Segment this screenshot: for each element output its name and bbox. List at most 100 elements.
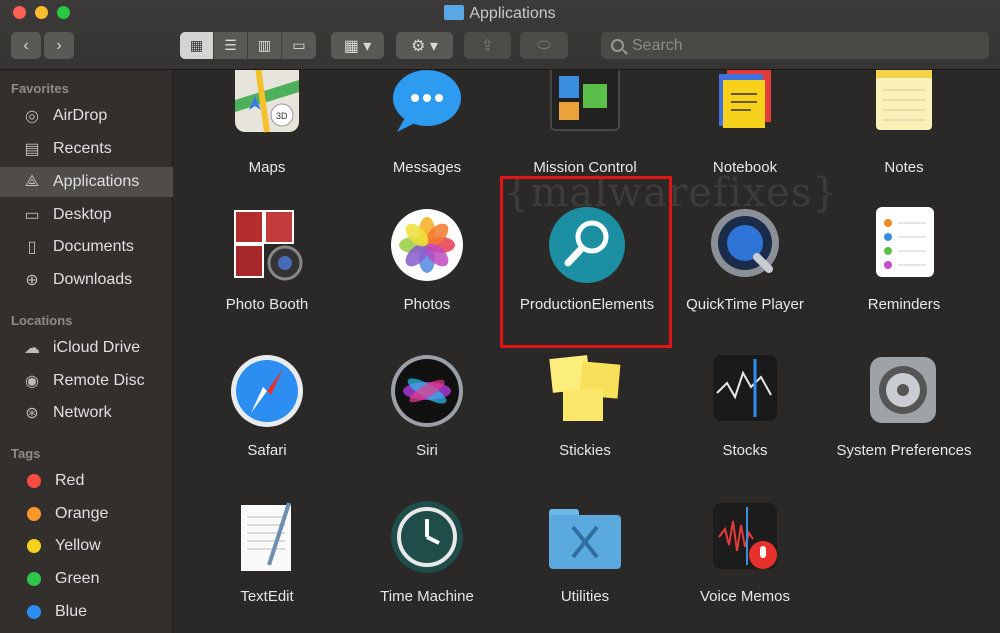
app-mission-control[interactable]: Mission Control (505, 70, 665, 177)
list-view-button[interactable]: ☰ (214, 32, 248, 59)
sidebar-item-label: Recents (53, 140, 112, 157)
sidebar-item-label: Desktop (53, 206, 112, 223)
voice-memos-icon (705, 499, 785, 579)
system-preferences-gear-icon (864, 353, 944, 433)
reminders-icon (864, 207, 944, 287)
favorites-heading: Favorites (11, 81, 69, 96)
app-safari[interactable]: Safari (187, 353, 347, 460)
siri-icon (387, 353, 467, 433)
sidebar-item-label: Documents (53, 238, 134, 255)
sidebar-item-applications[interactable]: ⟁ Applications (0, 167, 173, 197)
tag-button[interactable]: ⬭ (520, 32, 568, 59)
app-time-machine[interactable]: Time Machine (347, 499, 507, 606)
app-label: TextEdit (240, 588, 294, 605)
search-field[interactable] (601, 32, 989, 59)
sidebar-item-remote-disc[interactable]: ◉ Remote Disc (0, 366, 173, 396)
documents-icon: ▯ (27, 239, 37, 256)
app-system-preferences[interactable]: System Preferences (824, 353, 984, 460)
app-reminders[interactable]: Reminders (824, 207, 984, 314)
mission-control-icon (545, 70, 625, 150)
search-icon (611, 39, 624, 52)
icon-view-button[interactable]: ▦ (180, 32, 214, 59)
sidebar-item-label: Red (55, 472, 85, 489)
column-view-button[interactable]: ▥ (248, 32, 282, 59)
forward-button[interactable]: › (44, 32, 74, 59)
window-title-text: Applications (469, 5, 556, 22)
sidebar-tag-red[interactable]: Red (0, 466, 173, 496)
search-input[interactable] (632, 36, 952, 55)
app-label: Maps (248, 159, 286, 176)
toolbar: Applications ‹ › ▦ ☰ ▥ ▭ ▦ ▾ ⚙ ▾ ⇪ ⬭ (0, 0, 1000, 70)
app-stickies[interactable]: Stickies (505, 353, 665, 460)
yellow-tag-dot (27, 539, 41, 553)
sidebar-item-label: Green (55, 570, 100, 587)
app-notebook[interactable]: Notebook (665, 70, 825, 177)
sidebar-item-label: Yellow (55, 537, 101, 554)
desktop-icon: ▭ (24, 207, 40, 224)
share-button[interactable]: ⇪ (464, 32, 511, 59)
app-label: Mission Control (533, 159, 637, 176)
app-label: Reminders (867, 296, 941, 313)
sidebar-item-label: AirDrop (53, 107, 108, 124)
app-label: Time Machine (380, 588, 474, 605)
app-voice-memos[interactable]: Voice Memos (665, 499, 825, 606)
app-stocks[interactable]: Stocks (665, 353, 825, 460)
sidebar-tag-yellow[interactable]: Yellow (0, 531, 173, 561)
app-textedit[interactable]: TextEdit (187, 499, 347, 606)
app-label: System Preferences (836, 442, 972, 459)
sidebar-item-label: Applications (53, 173, 140, 190)
tags-heading: Tags (11, 446, 41, 461)
app-maps[interactable]: 3D Maps (187, 70, 347, 177)
utilities-folder-icon (545, 499, 625, 579)
green-tag-dot (27, 572, 41, 586)
productionelements-magnifier-icon (547, 207, 627, 287)
app-label: Utilities (560, 588, 610, 605)
network-icon: ⊛ (25, 405, 39, 422)
notes-icon (864, 70, 944, 150)
sidebar-tag-blue[interactable]: Blue (0, 597, 173, 627)
gallery-view-button[interactable]: ▭ (282, 32, 316, 59)
sidebar-item-airdrop[interactable]: ◎ AirDrop (0, 101, 173, 131)
folder-icon (444, 5, 465, 20)
sidebar-item-recents[interactable]: ▤ Recents (0, 134, 173, 164)
app-utilities[interactable]: Utilities (505, 499, 665, 606)
app-label: QuickTime Player (686, 296, 804, 313)
blue-tag-dot (27, 605, 41, 619)
airdrop-icon: ◎ (25, 108, 39, 125)
app-label: ProductionElements (519, 296, 655, 313)
app-siri[interactable]: Siri (347, 353, 507, 460)
safari-compass-icon (227, 353, 307, 433)
sidebar-item-icloud-drive[interactable]: ☁ iCloud Drive (0, 333, 173, 363)
app-photo-booth[interactable]: Photo Booth (187, 207, 347, 314)
app-quicktime-player[interactable]: QuickTime Player (665, 207, 825, 314)
app-notes[interactable]: Notes (824, 70, 984, 177)
sidebar-item-network[interactable]: ⊛ Network (0, 398, 173, 428)
sidebar-tag-orange[interactable]: Orange (0, 499, 173, 529)
stickies-icon (545, 353, 625, 433)
app-productionelements[interactable]: ProductionElements (507, 207, 667, 314)
app-messages[interactable]: Messages (347, 70, 507, 177)
app-label: Siri (416, 442, 438, 459)
sidebar-item-label: iCloud Drive (53, 339, 141, 356)
sidebar-item-documents[interactable]: ▯ Documents (0, 232, 173, 262)
quicktime-icon (705, 207, 785, 287)
app-grid: {malwarefixes} 3D Maps Messages Mission … (174, 70, 1000, 633)
back-button[interactable]: ‹ (11, 32, 41, 59)
icloud-icon: ☁ (24, 340, 40, 357)
svg-text:3D: 3D (276, 111, 288, 121)
action-gear-button[interactable]: ⚙ ▾ (396, 32, 453, 59)
sidebar-item-label: Blue (55, 603, 88, 620)
window-title: Applications (0, 5, 1000, 23)
notebook-icon (705, 70, 785, 150)
app-photos[interactable]: Photos (347, 207, 507, 314)
sidebar-item-desktop[interactable]: ▭ Desktop (0, 200, 173, 230)
sidebar: Favorites ◎ AirDrop ▤ Recents ⟁ Application… (0, 70, 173, 633)
stocks-icon (705, 353, 785, 433)
group-by-button[interactable]: ▦ ▾ (331, 32, 384, 59)
messages-icon (387, 70, 467, 150)
sidebar-tag-green[interactable]: Green (0, 564, 173, 594)
downloads-icon: ⊕ (25, 272, 39, 289)
sidebar-item-label: Remote Disc (53, 372, 145, 389)
sidebar-item-downloads[interactable]: ⊕ Downloads (0, 265, 173, 295)
applications-icon: ⟁ (24, 173, 40, 190)
